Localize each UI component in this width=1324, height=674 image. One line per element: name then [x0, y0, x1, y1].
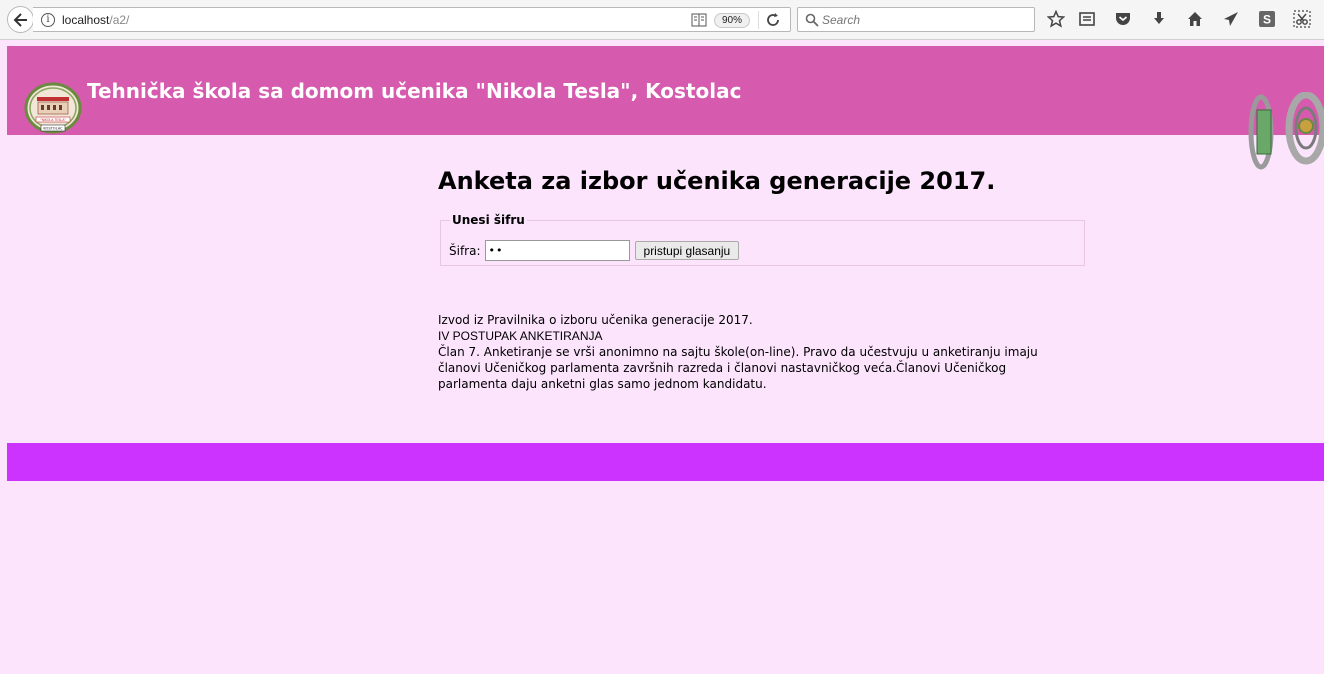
back-button[interactable] [7, 6, 34, 33]
reload-icon[interactable] [765, 12, 781, 28]
url-path: /a2/ [109, 13, 130, 27]
rules-article-line-3: parlamenta daju anketni glas samo jednom… [438, 377, 767, 391]
site-header: "NIKOLA TESLA" KOSTOLAC Tehnička škola s… [7, 46, 1324, 135]
svg-text:S: S [1263, 13, 1271, 27]
search-input[interactable] [822, 11, 1022, 28]
password-label: Šifra: [449, 243, 481, 258]
rules-excerpt: Izvod iz Pravilnika o izboru učenika gen… [438, 312, 1088, 392]
password-fieldset: Unesi šifru Šifra: pristupi glasanju [440, 213, 1085, 266]
site-footer [7, 443, 1324, 481]
page-title: Anketa za izbor učenika generacije 2017. [438, 167, 996, 195]
reader-view-icon[interactable] [691, 13, 707, 27]
extension-s-icon[interactable]: S [1256, 8, 1278, 30]
rules-article-line-2: članovi Učeničkog parlamenta završnih ra… [438, 361, 1007, 375]
logo-text-name: "NIKOLA TESLA" [40, 118, 66, 122]
rules-section: IV POSTUPAK ANKETIRANJA [438, 329, 603, 343]
decorative-3d-rings-icon [1248, 92, 1324, 170]
fieldset-legend: Unesi šifru [452, 213, 525, 227]
bookmarks-list-icon[interactable] [1076, 8, 1098, 30]
url-text[interactable]: localhost/a2/ [62, 13, 129, 27]
back-arrow-icon [13, 12, 27, 27]
url-bar[interactable]: i localhost/a2/ 90% [33, 7, 791, 32]
rules-article-line-1: Član 7. Anketiranje se vrši anonimno na … [438, 345, 1038, 359]
login-row: Šifra: pristupi glasanju [449, 240, 740, 261]
main-content: Anketa za izbor učenika generacije 2017.… [438, 167, 1098, 391]
password-input[interactable] [484, 240, 630, 261]
send-icon[interactable] [1220, 8, 1242, 30]
site-title: Tehnička škola sa domom učenika "Nikola … [87, 79, 742, 103]
bookmark-star-icon[interactable] [1045, 8, 1067, 30]
zoom-indicator[interactable]: 90% [714, 13, 750, 28]
browser-toolbar: i localhost/a2/ 90% Search S [0, 0, 1324, 40]
url-host: localhost [62, 13, 110, 27]
pocket-icon[interactable] [1112, 8, 1134, 30]
search-bar[interactable] [797, 7, 1035, 32]
url-separator [758, 11, 759, 29]
school-logo: "NIKOLA TESLA" KOSTOLAC [24, 82, 82, 134]
home-icon[interactable] [1184, 8, 1206, 30]
screenshot-scissors-icon[interactable] [1291, 8, 1313, 30]
logo-text-city: KOSTOLAC [43, 127, 63, 131]
rules-heading: Izvod iz Pravilnika o izboru učenika gen… [438, 313, 753, 327]
access-voting-button[interactable]: pristupi glasanju [634, 241, 740, 260]
search-icon [805, 13, 819, 27]
download-icon[interactable] [1148, 8, 1170, 30]
info-icon[interactable]: i [41, 13, 55, 27]
